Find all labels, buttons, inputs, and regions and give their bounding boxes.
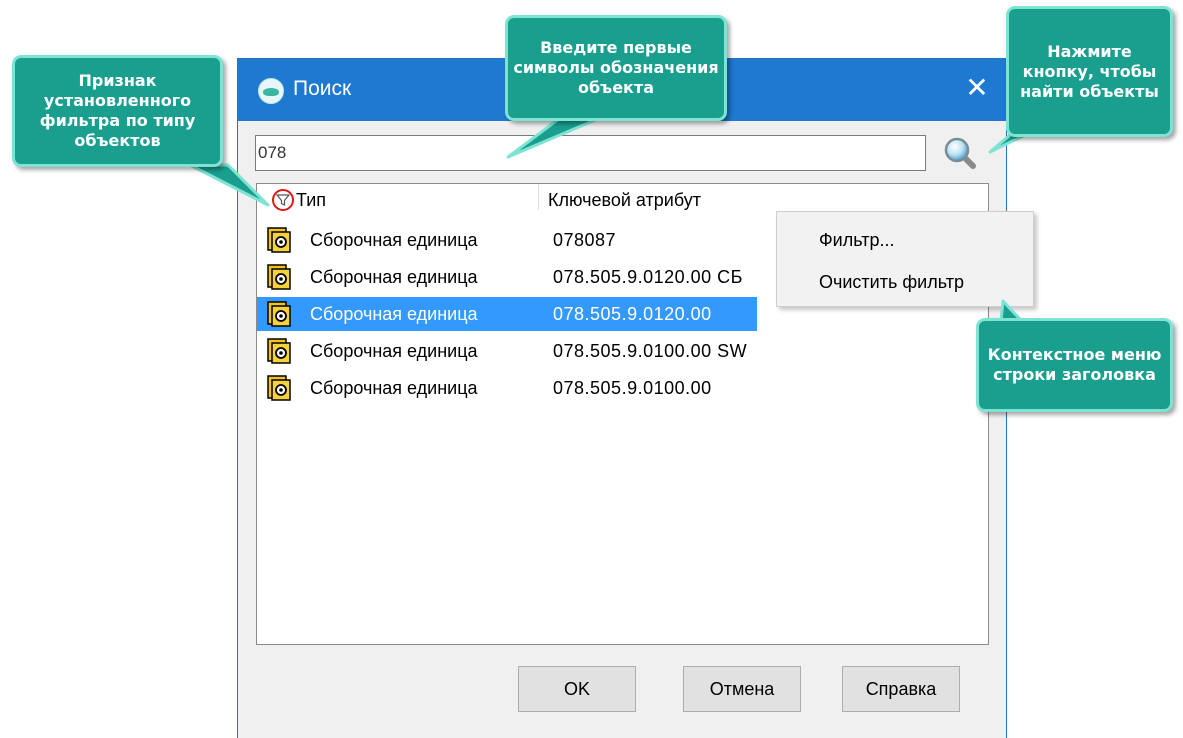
callout-context-menu: Контекстное меню строки заголовка bbox=[976, 318, 1173, 412]
callout-enter-symbols: Введите первые символы обозначения объек… bbox=[505, 15, 727, 121]
callout-press-button: Нажмите кнопку, чтобы найти объекты bbox=[1006, 6, 1173, 137]
callout-filter-sign: Признак установленного фильтра по типу о… bbox=[12, 55, 223, 167]
